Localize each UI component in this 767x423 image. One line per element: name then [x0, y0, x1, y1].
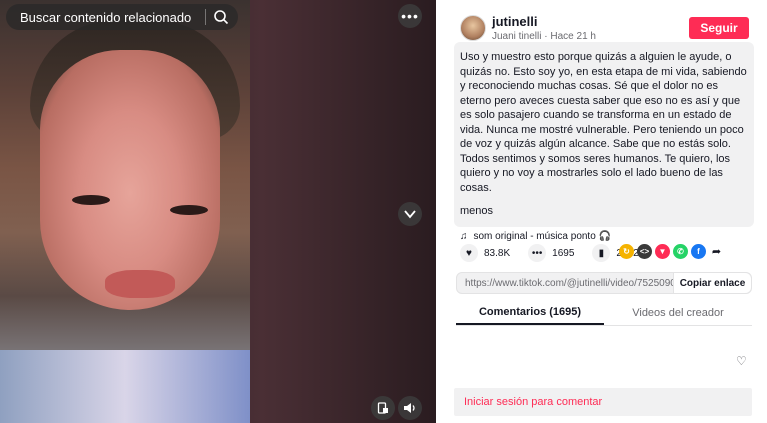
pip-icon — [377, 402, 388, 414]
video-description: Uso y muestro esto porque quizás a algui… — [460, 51, 747, 194]
author-names: jutinelli Juani tinelli · Hace 21 h — [492, 14, 596, 42]
follow-button[interactable]: Seguir — [689, 17, 749, 39]
video-eye-left — [72, 195, 110, 205]
comment-button[interactable]: ••• 1695 — [528, 244, 574, 262]
search-placeholder: Buscar contenido relacionado — [20, 9, 192, 25]
video-eye-right — [170, 205, 208, 215]
login-to-comment-button[interactable]: Iniciar sesión para comentar — [454, 388, 752, 416]
search-input[interactable]: Buscar contenido relacionado — [6, 4, 238, 30]
post-time: Hace 21 h — [550, 31, 596, 42]
subline-separator: · — [544, 31, 548, 42]
author-display-name: Juani tinelli — [492, 31, 542, 42]
author-username[interactable]: jutinelli — [492, 14, 596, 29]
like-button[interactable]: ♥ 83.8K — [460, 244, 510, 262]
video-player[interactable]: Buscar contenido relacionado ••• — [0, 0, 436, 423]
next-video-button[interactable] — [398, 202, 422, 226]
chevron-down-icon — [404, 210, 416, 219]
bookmark-icon: ▮ — [592, 244, 611, 262]
like-count: 83.8K — [484, 247, 511, 259]
repost-icon[interactable]: ↻ — [619, 244, 634, 259]
video-frame — [0, 0, 250, 423]
copy-link-button[interactable]: Copiar enlace — [673, 273, 751, 293]
show-less-button[interactable]: menos — [460, 205, 748, 217]
comment-icon: ••• — [528, 244, 547, 262]
whatsapp-icon[interactable]: ✆ — [673, 244, 688, 259]
picture-in-picture-button[interactable] — [371, 396, 395, 420]
video-link[interactable]: https://www.tiktok.com/@jutinelli/video/… — [457, 278, 673, 289]
volume-button[interactable] — [398, 396, 422, 420]
music-note-icon: ♫ — [460, 231, 468, 242]
description-box: Uso y muestro esto porque quizás a algui… — [454, 42, 754, 242]
comment-like-icon[interactable]: ♡ — [736, 354, 747, 368]
avatar[interactable] — [460, 15, 486, 41]
tab-creator-videos[interactable]: Videos del creador — [604, 300, 752, 325]
send-icon[interactable]: ▼ — [655, 244, 670, 259]
volume-icon — [404, 403, 415, 413]
sound-link[interactable]: ♫ som original - música ponto 🎧 — [460, 231, 748, 242]
video-mouth — [105, 270, 175, 298]
copy-link-row: https://www.tiktok.com/@jutinelli/video/… — [456, 272, 752, 294]
sound-name: som original - música ponto 🎧 — [473, 231, 612, 242]
more-icon: ••• — [401, 8, 419, 24]
panel-tabs: Comentarios (1695) Videos del creador — [456, 300, 752, 326]
video-shirt — [0, 350, 250, 423]
share-icons: ↻ <> ▼ ✆ f ➦ — [619, 244, 724, 259]
embed-icon[interactable]: <> — [637, 244, 652, 259]
comment-count: 1695 — [552, 247, 575, 259]
search-icon[interactable] — [213, 9, 229, 25]
tiktok-page: Buscar contenido relacionado ••• jutinel… — [0, 0, 767, 423]
more-options-button[interactable]: ••• — [398, 4, 422, 28]
author-info[interactable]: jutinelli Juani tinelli · Hace 21 h — [460, 14, 596, 42]
search-divider — [205, 9, 206, 25]
author-subline: Juani tinelli · Hace 21 h — [492, 31, 596, 42]
heart-icon: ♥ — [460, 244, 478, 262]
share-arrow-icon[interactable]: ➦ — [709, 244, 724, 259]
details-panel: jutinelli Juani tinelli · Hace 21 h Segu… — [436, 0, 767, 423]
facebook-icon[interactable]: f — [691, 244, 706, 259]
tab-comments[interactable]: Comentarios (1695) — [456, 300, 604, 325]
